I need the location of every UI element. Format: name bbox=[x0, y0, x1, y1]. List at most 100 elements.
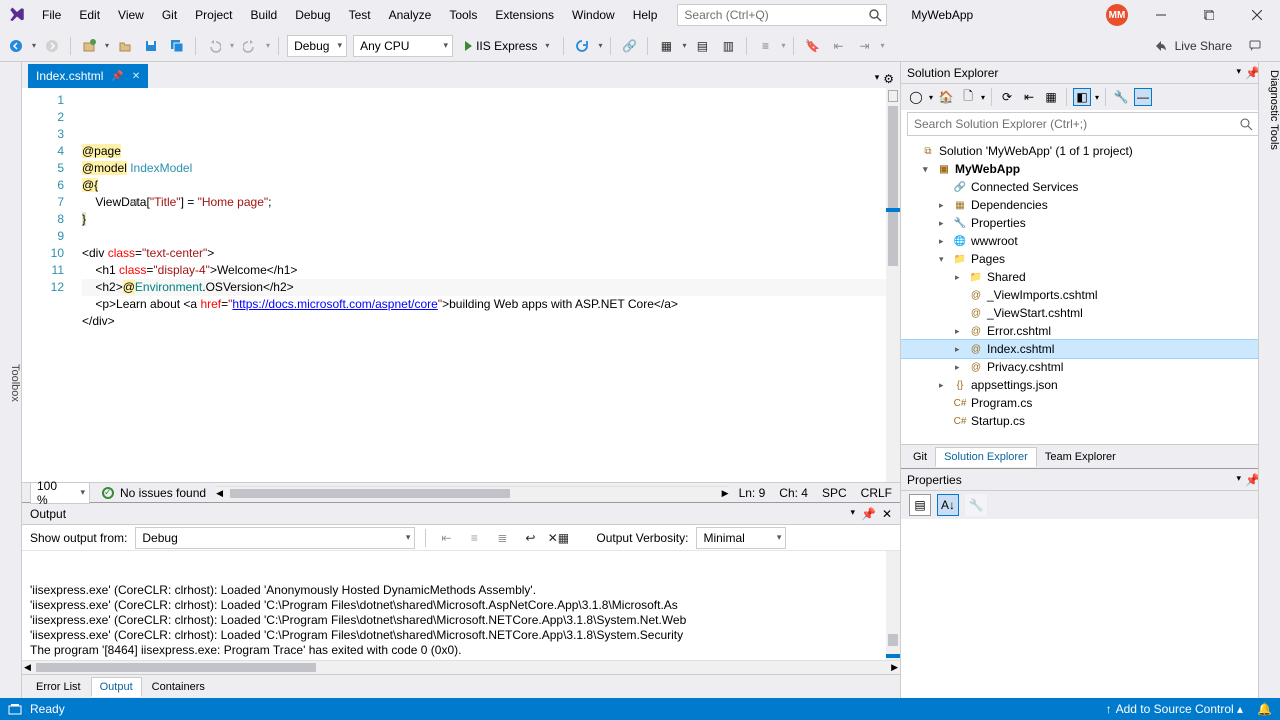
output-vscroll[interactable] bbox=[886, 551, 900, 660]
close-tab-icon[interactable]: ✕ bbox=[132, 71, 140, 82]
bookmark-button[interactable]: 🔖 bbox=[802, 36, 822, 56]
tab-settings-icon[interactable]: ⚙ bbox=[883, 72, 894, 86]
save-all-button[interactable] bbox=[167, 36, 187, 56]
props-dropdown-icon[interactable]: ▾ bbox=[1236, 473, 1241, 487]
tree-pages[interactable]: ▾📁Pages bbox=[901, 250, 1280, 268]
output-dropdown-icon[interactable]: ▾ bbox=[850, 507, 855, 521]
tree-error-cshtml[interactable]: ▸@Error.cshtml bbox=[901, 322, 1280, 340]
prev-bookmark-button[interactable]: ⇤ bbox=[828, 36, 848, 56]
se-refresh-button[interactable]: ⟳ bbox=[998, 88, 1016, 106]
menu-git[interactable]: Git bbox=[154, 4, 185, 26]
tree-connected-services[interactable]: 🔗Connected Services bbox=[901, 178, 1280, 196]
menu-tools[interactable]: Tools bbox=[441, 4, 485, 26]
bottom-tab-output[interactable]: Output bbox=[91, 677, 142, 697]
tree--viewimports-cshtml[interactable]: @_ViewImports.cshtml bbox=[901, 286, 1280, 304]
menu-project[interactable]: Project bbox=[187, 4, 240, 26]
code-editor[interactable]: 123456789101112 ⊟ @page@model IndexModel… bbox=[22, 88, 900, 482]
search-box[interactable]: Search (Ctrl+Q) bbox=[677, 4, 887, 26]
tree-startup-cs[interactable]: C#Startup.cs bbox=[901, 412, 1280, 430]
split-icon[interactable] bbox=[888, 90, 898, 102]
props-az-button[interactable]: A↓ bbox=[937, 494, 959, 516]
menu-edit[interactable]: Edit bbox=[71, 4, 108, 26]
out-btn2[interactable]: ≡ bbox=[464, 528, 484, 548]
menu-debug[interactable]: Debug bbox=[287, 4, 338, 26]
open-button[interactable] bbox=[115, 36, 135, 56]
tree-index-cshtml[interactable]: ▸@Index.cshtml bbox=[901, 340, 1280, 358]
tree--viewstart-cshtml[interactable]: @_ViewStart.cshtml bbox=[901, 304, 1280, 322]
config-combo[interactable]: Debug bbox=[287, 35, 347, 57]
se-home-button[interactable]: 🏠 bbox=[937, 88, 955, 106]
out-btn1[interactable]: ⇤ bbox=[436, 528, 456, 548]
tree-privacy-cshtml[interactable]: ▸@Privacy.cshtml bbox=[901, 358, 1280, 376]
menu-extensions[interactable]: Extensions bbox=[487, 4, 562, 26]
diagnostic-tools-rail[interactable]: Diagnostic Tools bbox=[1258, 62, 1280, 698]
show-output-combo[interactable]: Debug bbox=[135, 527, 415, 549]
menu-file[interactable]: File bbox=[34, 4, 69, 26]
file-tab-index[interactable]: Index.cshtml 📌 ✕ bbox=[28, 64, 148, 88]
se-search[interactable]: Search Solution Explorer (Ctrl+;) ▾ bbox=[907, 112, 1274, 136]
close-button[interactable] bbox=[1242, 3, 1272, 27]
tree-solution-mywebapp-1-of-1-project-[interactable]: ⧉Solution 'MyWebApp' (1 of 1 project) bbox=[901, 142, 1280, 160]
tb-icon-2[interactable]: ▤ bbox=[692, 36, 712, 56]
save-button[interactable] bbox=[141, 36, 161, 56]
tree-properties[interactable]: ▸🔧Properties bbox=[901, 214, 1280, 232]
maximize-button[interactable] bbox=[1194, 3, 1224, 27]
se-properties-button[interactable]: 🔧 bbox=[1112, 88, 1130, 106]
output-pin-icon[interactable]: 📌 bbox=[861, 507, 876, 521]
pin-icon[interactable]: 📌 bbox=[111, 71, 123, 82]
se-dropdown-icon[interactable]: ▾ bbox=[1236, 66, 1241, 80]
tree-shared[interactable]: ▸📁Shared bbox=[901, 268, 1280, 286]
output-hscroll[interactable]: ◀ ▶ bbox=[22, 660, 900, 674]
editor-vscroll[interactable] bbox=[886, 88, 900, 482]
bottom-tab-error-list[interactable]: Error List bbox=[28, 678, 89, 696]
nav-back-button[interactable] bbox=[6, 36, 26, 56]
comment-button[interactable]: ≡ bbox=[755, 36, 775, 56]
tb-icon-1[interactable]: ▦ bbox=[656, 36, 676, 56]
menu-window[interactable]: Window bbox=[564, 4, 623, 26]
menu-build[interactable]: Build bbox=[243, 4, 286, 26]
tb-icon-3[interactable]: ▥ bbox=[718, 36, 738, 56]
code-content[interactable]: ⊟ @page@model IndexModel@{ ViewData["Tit… bbox=[82, 88, 900, 482]
out-clear-button[interactable]: ✕▦ bbox=[548, 528, 568, 548]
zoom-combo[interactable]: 100 % bbox=[30, 482, 90, 504]
tree-appsettings-json[interactable]: ▸{}appsettings.json bbox=[901, 376, 1280, 394]
redo-button[interactable] bbox=[240, 36, 260, 56]
user-avatar[interactable]: MM bbox=[1106, 4, 1128, 26]
nav-forward-button[interactable] bbox=[42, 36, 62, 56]
new-project-button[interactable] bbox=[79, 36, 99, 56]
out-btn3[interactable]: ≣ bbox=[492, 528, 512, 548]
undo-button[interactable] bbox=[204, 36, 224, 56]
add-source-control[interactable]: ↑Add to Source Control ▴ bbox=[1106, 702, 1243, 716]
menu-view[interactable]: View bbox=[110, 4, 152, 26]
platform-combo[interactable]: Any CPU bbox=[353, 35, 453, 57]
bottom-tab-containers[interactable]: Containers bbox=[144, 678, 213, 696]
notifications-icon[interactable]: 🔔 bbox=[1257, 702, 1272, 716]
run-button[interactable]: IIS Express▾ bbox=[459, 35, 555, 57]
menu-analyze[interactable]: Analyze bbox=[381, 4, 440, 26]
tree-dependencies[interactable]: ▸▦Dependencies bbox=[901, 196, 1280, 214]
browser-link-button[interactable]: 🔗 bbox=[619, 36, 639, 56]
toolbox-rail[interactable]: Toolbox bbox=[0, 62, 22, 698]
editor-hscroll[interactable]: ◀ ▶ bbox=[216, 486, 729, 500]
props-pages-button[interactable]: 🔧 bbox=[965, 494, 987, 516]
se-tab-git[interactable]: Git bbox=[905, 448, 935, 466]
menu-help[interactable]: Help bbox=[625, 4, 666, 26]
output-text[interactable]: 'iisexpress.exe' (CoreCLR: clrhost): Loa… bbox=[22, 551, 900, 660]
live-share-button[interactable]: Live Share bbox=[1153, 38, 1274, 54]
props-cat-button[interactable]: ▤ bbox=[909, 494, 931, 516]
feedback-icon[interactable] bbox=[1248, 39, 1262, 53]
tree-wwwroot[interactable]: ▸🌐wwwroot bbox=[901, 232, 1280, 250]
output-close-icon[interactable]: ✕ bbox=[882, 507, 892, 521]
tree-mywebapp[interactable]: ▾▣MyWebApp bbox=[901, 160, 1280, 178]
refresh-button[interactable] bbox=[572, 36, 592, 56]
hscroll-thumb[interactable] bbox=[230, 489, 510, 498]
next-bookmark-button[interactable]: ⇥ bbox=[854, 36, 874, 56]
se-sync-button[interactable]: 🗋 bbox=[959, 88, 977, 106]
solution-tree[interactable]: ⧉Solution 'MyWebApp' (1 of 1 project)▾▣M… bbox=[901, 138, 1280, 444]
se-tab-team-explorer[interactable]: Team Explorer bbox=[1037, 448, 1124, 466]
out-wrap-button[interactable]: ↩ bbox=[520, 528, 540, 548]
se-showall-button[interactable]: ▦ bbox=[1042, 88, 1060, 106]
verbosity-combo[interactable]: Minimal bbox=[696, 527, 786, 549]
minimize-button[interactable] bbox=[1146, 3, 1176, 27]
se-tab-solution-explorer[interactable]: Solution Explorer bbox=[935, 447, 1037, 467]
